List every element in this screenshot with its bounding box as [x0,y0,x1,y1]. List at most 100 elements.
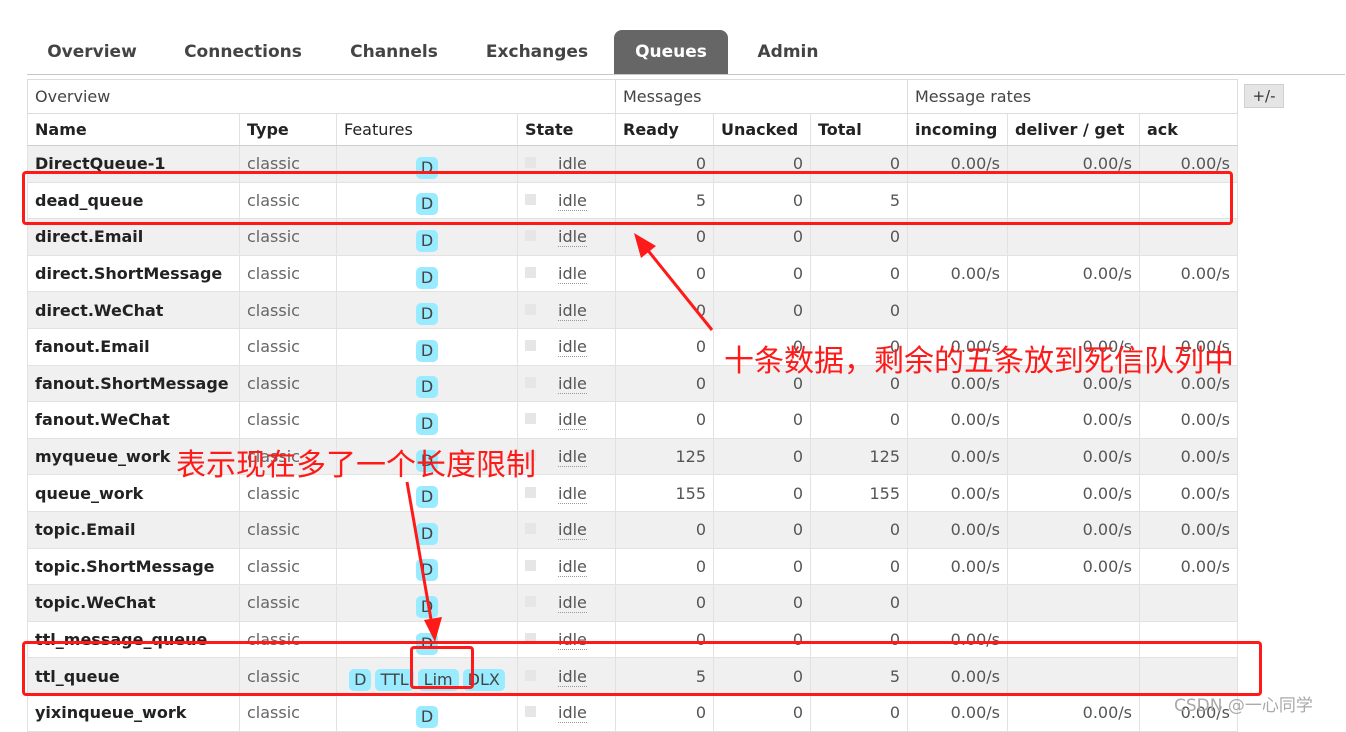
state-indicator-icon [525,230,536,242]
tab-overview[interactable]: Overview [27,30,157,74]
queue-deliver-get: 0.00/s [1007,510,1140,549]
queue-name-link[interactable]: topic.WeChat [27,584,240,622]
col-unacked[interactable]: Unacked [713,113,811,146]
dead-letter-annotation: 十条数据，剩余的五条放到死信队列中 [724,344,1234,379]
table-row: topic.ShortMessage classic Didle 0 0 0 0.00/s 0… [27,547,1238,586]
state-label: idle [558,703,587,724]
queue-ack [1139,291,1238,329]
queue-incoming: 0.00/s [907,693,1008,732]
watermark: CSDN @一心同学 [1174,696,1313,716]
queue-ack: 0.00/s [1139,254,1238,293]
table-row: yixinqueue_work classic Didle 0 0 0 0.00/s 0.00… [27,693,1238,732]
col-state[interactable]: State [517,113,616,146]
queue-ready: 0 [615,364,714,403]
state-label: idle [558,264,587,285]
col-total[interactable]: Total [810,113,908,146]
queue-ack: 0.00/s [1139,401,1238,439]
queue-unacked: 0 [713,291,811,329]
state-indicator-icon [525,559,536,571]
table-row: fanout.WeChat classic Didle 0 0 0 0.00/s 0.00/s… [27,401,1238,439]
col-features: Features [336,113,518,146]
group-message-rates: Message rates [907,79,1238,114]
queue-state: idle [517,254,616,293]
col-type[interactable]: Type [239,113,337,146]
queue-name-link[interactable]: fanout.WeChat [27,401,240,439]
queue-features: D [336,254,518,293]
queue-name-link[interactable]: fanout.ShortMessage [27,364,240,403]
feature-badge-d: D [415,412,439,435]
queue-name-link[interactable]: topic.ShortMessage [27,547,240,586]
feature-badge-d: D [415,266,439,289]
feature-badge-d: D [415,486,439,509]
state-label: idle [558,337,587,358]
state-indicator-icon [525,376,536,388]
col-ready[interactable]: Ready [615,113,714,146]
queue-incoming: 0.00/s [907,437,1008,476]
queue-name-link[interactable]: direct.WeChat [27,291,240,329]
toggle-columns-button[interactable]: +/- [1244,84,1284,108]
highlight-dead-queue [22,171,1233,225]
queue-state: idle [517,291,616,329]
col-incoming[interactable]: incoming [907,113,1008,146]
queue-incoming: 0.00/s [907,510,1008,549]
queue-total: 0 [810,693,908,732]
col-name[interactable]: Name [27,113,240,146]
queue-incoming: 0.00/s [907,474,1008,512]
queue-total: 0 [810,291,908,329]
queue-deliver-get [1007,291,1140,329]
queue-ready: 0 [615,401,714,439]
queue-state: idle [517,584,616,622]
tab-channels[interactable]: Channels [332,30,456,74]
state-label: idle [558,556,587,577]
state-label: idle [558,483,587,504]
queue-type: classic [239,327,337,366]
queue-features: D [336,547,518,586]
queue-incoming: 0.00/s [907,401,1008,439]
state-label: idle [558,227,587,248]
queue-state: idle [517,510,616,549]
queue-type: classic [239,254,337,293]
queue-total: 0 [810,254,908,293]
feature-badge-d: D [415,559,439,582]
feature-badge-d: D [415,376,439,399]
queue-incoming [907,291,1008,329]
state-indicator-icon [525,303,536,315]
queue-unacked: 0 [713,474,811,512]
queue-ready: 0 [615,254,714,293]
state-label: idle [558,373,587,394]
tab-exchanges[interactable]: Exchanges [470,30,604,74]
tab-queues[interactable]: Queues [614,30,728,74]
queue-name-link[interactable]: topic.Email [27,510,240,549]
queue-deliver-get: 0.00/s [1007,474,1140,512]
feature-badge-d: D [415,229,439,252]
queue-features: D [336,401,518,439]
queue-features: D [336,584,518,622]
queue-name-link[interactable]: yixinqueue_work [27,693,240,732]
queue-features: D [336,693,518,732]
queue-name-link[interactable]: fanout.Email [27,327,240,366]
feature-badge-d: D [415,522,439,545]
queue-total: 0 [810,510,908,549]
state-label: idle [558,300,587,321]
queue-ack: 0.00/s [1139,437,1238,476]
queue-ready: 0 [615,547,714,586]
queue-state: idle [517,364,616,403]
tab-admin[interactable]: Admin [738,30,838,74]
queue-type: classic [239,547,337,586]
table-row: topic.WeChat classic Didle 0 0 0 [27,584,1238,622]
queue-type: classic [239,364,337,403]
state-indicator-icon [525,523,536,535]
group-messages: Messages [615,79,908,114]
tab-connections[interactable]: Connections [170,30,316,74]
feature-badge-d: D [415,303,439,326]
queue-type: classic [239,401,337,439]
queue-unacked: 0 [713,437,811,476]
queue-name-link[interactable]: direct.ShortMessage [27,254,240,293]
queue-ready: 125 [615,437,714,476]
queue-unacked: 0 [713,547,811,586]
queue-type: classic [239,291,337,329]
col-ack[interactable]: ack [1139,113,1238,146]
col-deliver-get[interactable]: deliver / get [1007,113,1140,146]
feature-badge-d: D [415,705,439,728]
state-indicator-icon [525,157,536,169]
